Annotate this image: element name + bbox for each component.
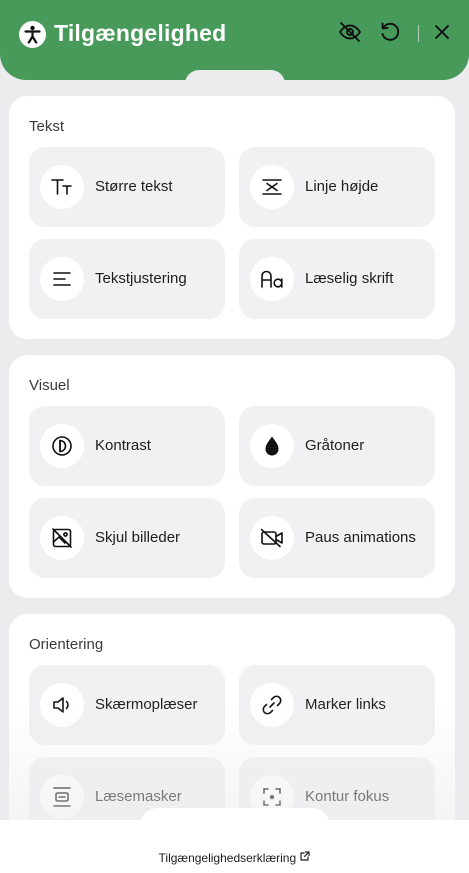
section-title: Orientering [29,636,104,653]
contrast-icon [40,424,84,468]
tile-line-height[interactable]: Linje højde [239,147,435,227]
video-off-icon [250,516,294,560]
droplet-icon [250,424,294,468]
hide-panel-button[interactable] [334,18,366,50]
tile-label: Tekstjustering [95,270,187,287]
tile-pause-animations[interactable]: Paus animations [239,498,435,578]
tile-label: Kontrast [95,437,151,454]
footer-hump [140,808,330,828]
readable-font-icon [250,257,294,301]
tile-label: Større tekst [95,178,173,195]
text-align-icon [40,257,84,301]
footer-link-label: Tilgængelighedserklæring [158,850,297,865]
section-text: Tekst Større tekst Linje højde Tekstjust… [9,96,455,339]
section-title: Visuel [29,377,70,394]
tile-larger-text[interactable]: Større tekst [29,147,225,227]
section-title: Tekst [29,118,65,135]
tile-hide-images[interactable]: Skjul billeder [29,498,225,578]
tile-label: Læsemasker [95,788,182,805]
tile-readable-font[interactable]: Læselig skrift [239,239,435,319]
header-notch [185,70,285,84]
tile-highlight-links[interactable]: Marker links [239,665,435,745]
tile-grayscale[interactable]: Gråtoner [239,406,435,486]
close-icon [434,24,450,45]
rotate-ccw-icon [379,21,401,48]
reset-button[interactable] [374,18,406,50]
close-button[interactable] [426,18,458,50]
tile-label: Linje højde [305,178,379,195]
image-off-icon [40,516,84,560]
footer: Tilgængelighedserklæring [0,808,469,873]
tile-label: Gråtoner [305,437,365,454]
tile-label: Paus animations [305,529,416,546]
reading-mask-icon [40,775,84,819]
header-divider [418,25,419,42]
external-link-icon [299,851,311,865]
tile-contrast[interactable]: Kontrast [29,406,225,486]
accessibility-statement-link[interactable]: Tilgængelighedserklæring [0,850,469,865]
tile-label: Skærmoplæser [95,696,198,713]
text-size-icon [40,165,84,209]
tile-label: Kontur fokus [305,788,390,805]
link-icon [250,683,294,727]
tile-screen-reader[interactable]: Skærmoplæser [29,665,225,745]
tile-label: Skjul billeder [95,529,181,546]
section-visual: Visuel Kontrast Gråtoner Skjul billeder … [9,355,455,598]
panel-title: Tilgængelighed [54,20,227,46]
tile-text-align[interactable]: Tekstjustering [29,239,225,319]
line-height-icon [250,165,294,209]
header-bar: Tilgængelighed [0,0,469,80]
eye-off-icon [338,21,362,48]
tile-label: Marker links [305,696,386,713]
tile-label: Læselig skrift [305,270,394,287]
accessibility-person-icon [19,21,46,48]
speaker-icon [40,683,84,727]
